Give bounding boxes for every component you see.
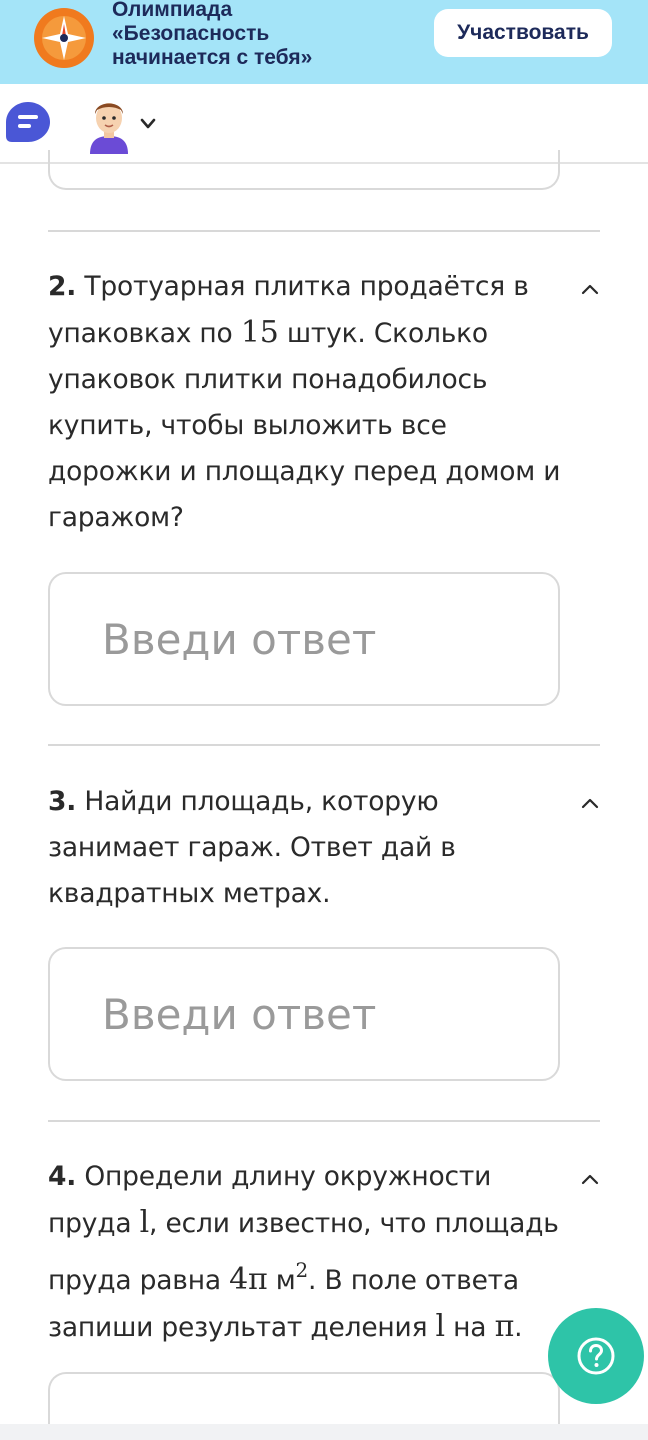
compass-logo-icon	[34, 8, 94, 68]
question-text: Найди площадь, которую занимает гараж. О…	[48, 786, 456, 909]
help-button[interactable]	[548, 1308, 644, 1404]
section-divider	[48, 744, 600, 746]
banner-title-line: Олимпиада	[112, 0, 233, 21]
question-text: .	[514, 1312, 523, 1343]
unit-text: м	[267, 1265, 296, 1296]
previous-answer-input[interactable]	[48, 150, 560, 190]
math-pi: π	[494, 1309, 515, 1344]
section-divider	[48, 230, 600, 232]
banner-title-line: «Безопасность	[112, 22, 270, 45]
banner-title: Олимпиада «Безопасность начинается с теб…	[112, 0, 412, 70]
question-2-text: 2. Тротуарная плитка продаётся в упаковк…	[48, 264, 568, 541]
math-expression: 4π	[229, 1262, 268, 1297]
chat-icon[interactable]	[4, 100, 52, 146]
user-avatar[interactable]	[84, 94, 134, 154]
question-number: 3.	[48, 786, 77, 817]
chevron-up-icon[interactable]	[580, 1172, 600, 1186]
section-divider	[48, 1120, 600, 1122]
question-circle-icon	[577, 1337, 615, 1375]
banner-title-line: начинается с тебя»	[112, 46, 313, 69]
math-exponent: 2	[295, 1258, 309, 1282]
chevron-down-icon[interactable]	[138, 116, 158, 132]
question-text: штук. Сколько упаковок плитки понадобило…	[48, 318, 561, 533]
question-4-text: 4. Определи длину окружности пруда l, ес…	[48, 1154, 568, 1351]
bottom-bar	[0, 1424, 648, 1440]
question-number: 2.	[48, 271, 77, 302]
question-text: на	[444, 1312, 495, 1343]
math-variable: l	[435, 1309, 446, 1344]
chevron-up-icon[interactable]	[580, 282, 600, 296]
math-number: 15	[240, 315, 279, 350]
olympiad-banner: Олимпиада «Безопасность начинается с теб…	[0, 0, 648, 84]
question-number: 4.	[48, 1161, 77, 1192]
math-variable: l	[139, 1205, 150, 1240]
chevron-up-icon[interactable]	[580, 796, 600, 810]
answer-input-3[interactable]	[48, 947, 560, 1081]
participate-button[interactable]: Участвовать	[434, 9, 612, 57]
question-3-text: 3. Найди площадь, которую занимает гараж…	[48, 779, 568, 917]
answer-input-2[interactable]	[48, 572, 560, 706]
answer-input-4[interactable]	[48, 1372, 560, 1432]
